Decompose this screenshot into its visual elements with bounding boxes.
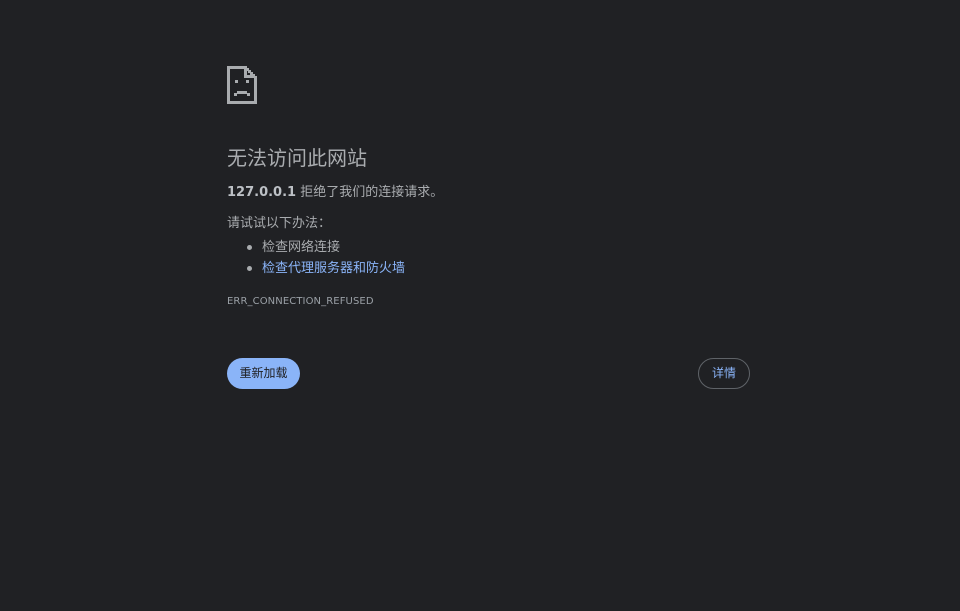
host-name: 127.0.0.1 (227, 185, 297, 200)
suggestion-link[interactable]: 检查代理服务器和防火墙 (262, 261, 405, 276)
error-summary: 127.0.0.1 拒绝了我们的连接请求。 (227, 184, 751, 202)
reload-button[interactable]: 重新加载 (227, 358, 300, 389)
error-content: 无法访问此网站 127.0.0.1 拒绝了我们的连接请求。 请试试以下办法： 检… (227, 66, 751, 309)
suggestion-check-proxy[interactable]: 检查代理服务器和防火墙 (247, 258, 751, 279)
error-message: 拒绝了我们的连接请求。 (296, 185, 444, 200)
page-title: 无法访问此网站 (227, 146, 367, 170)
error-code: ERR_CONNECTION_REFUSED (227, 296, 374, 307)
details-button[interactable]: 详情 (698, 358, 750, 389)
error-page: 无法访问此网站 127.0.0.1 拒绝了我们的连接请求。 请试试以下办法： 检… (0, 0, 960, 611)
sad-document-icon (227, 66, 257, 104)
suggestions-list: 检查网络连接 检查代理服务器和防火墙 (227, 237, 751, 279)
suggestion-text: 检查网络连接 (262, 240, 341, 255)
suggestions-heading: 请试试以下办法： (227, 216, 332, 231)
suggestion-check-network: 检查网络连接 (247, 237, 751, 258)
